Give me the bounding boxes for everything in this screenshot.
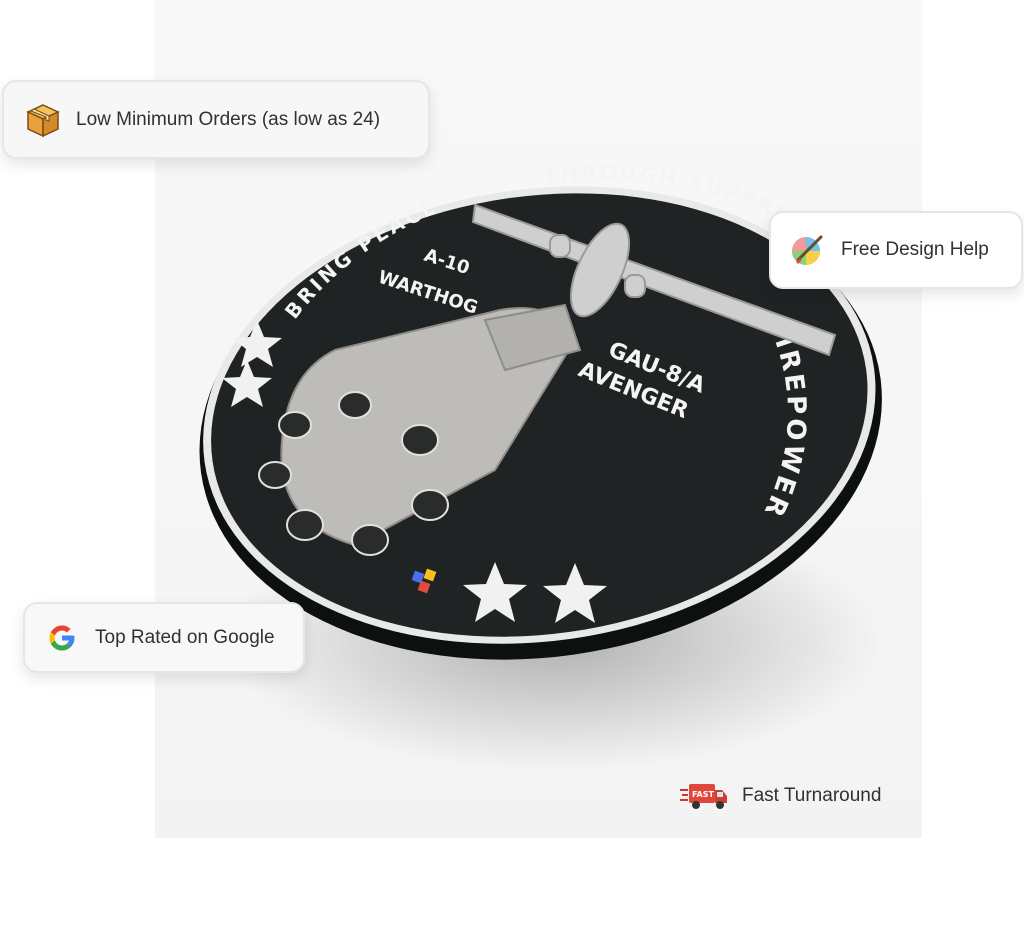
- package-box-icon: [24, 101, 62, 139]
- truck-fast-text: FAST: [692, 790, 715, 799]
- design-help-label: Free Design Help: [841, 239, 989, 260]
- min-orders-label: Low Minimum Orders (as low as 24): [76, 108, 381, 130]
- palette-brush-icon: [789, 231, 827, 269]
- design-help-badge: Free Design Help: [769, 211, 1023, 289]
- google-rating-badge: Top Rated on Google: [23, 602, 305, 673]
- fast-delivery-truck-icon: FAST: [680, 776, 728, 816]
- fast-turnaround-text: Fast Turnaround: [742, 785, 882, 806]
- google-rating-label: Top Rated on Google: [95, 626, 275, 648]
- fast-turnaround-label: FAST Fast Turnaround: [680, 776, 881, 816]
- google-g-icon: [43, 619, 81, 657]
- min-orders-badge: Low Minimum Orders (as low as 24): [2, 80, 430, 159]
- hero-section: BRING PEACE THROUGH SUPERIOR FIREPOWER A…: [0, 0, 1024, 927]
